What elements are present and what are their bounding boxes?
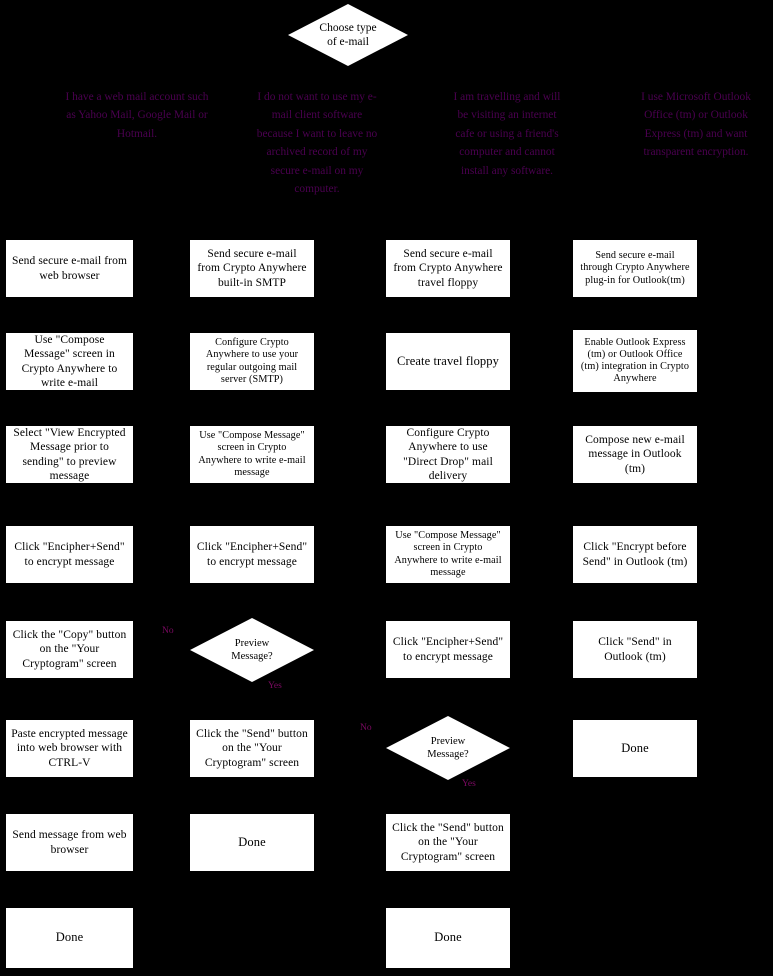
node-c3r3[interactable]: Configure Crypto Anywhere to use "Direct…	[386, 426, 510, 483]
node-c2r3-label: Use "Compose Message" screen in Crypto A…	[198, 430, 306, 478]
node-c4r2-label: Enable Outlook Express (tm) or Outlook O…	[580, 336, 690, 385]
decision-c2-preview-message[interactable]: Preview Message?	[190, 618, 314, 682]
decision-c2-line2: Message?	[231, 651, 273, 662]
decision-c3-label: Preview Message?	[398, 735, 497, 761]
node-c4r6[interactable]: Done	[573, 720, 697, 777]
node-c2r7[interactable]: Done	[190, 814, 314, 871]
node-c2r3[interactable]: Use "Compose Message" screen in Crypto A…	[190, 426, 314, 483]
node-c2r4[interactable]: Click "Encipher+Send" to encrypt message	[190, 526, 314, 583]
node-c3r8-label: Done	[434, 930, 462, 945]
decision-c3-line1: Preview	[430, 735, 466, 747]
node-c1r3-label: Select "View Encrypted Message prior to …	[13, 427, 126, 482]
node-c1r4[interactable]: Click "Encipher+Send" to encrypt message	[6, 526, 133, 583]
node-c1r1[interactable]: Send secure e-mail from web browser	[6, 240, 133, 297]
node-c1r6-label: Paste encrypted message into web browser…	[11, 728, 128, 769]
edge-label-c2-yes: Yes	[268, 681, 282, 691]
node-c1r5[interactable]: Click the "Copy" button on the "Your Cry…	[6, 621, 133, 678]
node-c3r2-label: Create travel floppy	[397, 353, 499, 368]
node-c1r2-label: Use "Compose Message" screen in Crypto A…	[21, 334, 118, 389]
node-c2r1[interactable]: Send secure e-mail from Crypto Anywhere …	[190, 240, 314, 297]
node-c1r6[interactable]: Paste encrypted message into web browser…	[6, 720, 133, 777]
decision-c3-preview-message[interactable]: Preview Message?	[386, 716, 510, 780]
node-c2r2[interactable]: Configure Crypto Anywhere to use your re…	[190, 333, 314, 390]
node-c4r5[interactable]: Click "Send" in Outlook (tm)	[573, 621, 697, 678]
node-c1r7[interactable]: Send message from web browser	[6, 814, 133, 871]
node-c3r8[interactable]: Done	[386, 908, 510, 968]
decision-c2-label: Preview Message?	[202, 637, 301, 663]
edge-label-c3-yes: Yes	[462, 779, 476, 789]
decision-label-line2: of e-mail	[327, 36, 369, 48]
rationale-no-client: I do not want to use my e-mail client so…	[256, 91, 378, 196]
node-c4r2[interactable]: Enable Outlook Express (tm) or Outlook O…	[573, 330, 697, 392]
node-c1r7-label: Send message from web browser	[12, 829, 127, 856]
node-c4r3-label: Compose new e-mail message in Outlook (t…	[585, 434, 685, 475]
node-c3r5-label: Click "Encipher+Send" to encrypt message	[392, 636, 504, 663]
rationale-travelling: I am travelling and will be visiting an …	[453, 91, 561, 177]
node-c1r8[interactable]: Done	[6, 908, 133, 968]
node-c3r2[interactable]: Create travel floppy	[386, 333, 510, 390]
node-c2r1-label: Send secure e-mail from Crypto Anywhere …	[197, 248, 307, 289]
node-c1r5-label: Click the "Copy" button on the "Your Cry…	[12, 629, 127, 670]
node-c1r2[interactable]: Use "Compose Message" screen in Crypto A…	[6, 333, 133, 390]
node-c4r4-label: Click "Encrypt before Send" in Outlook (…	[582, 541, 688, 568]
rationale-web-mail: I have a web mail account such as Yahoo …	[65, 91, 209, 140]
node-c3r5[interactable]: Click "Encipher+Send" to encrypt message	[386, 621, 510, 678]
node-c2r6[interactable]: Click the "Send" button on the "Your Cry…	[190, 720, 314, 777]
rationale-outlook: I use Microsoft Outlook Office (tm) or O…	[641, 91, 751, 159]
decision-choose-email-type[interactable]: Choose type of e-mail	[288, 4, 408, 66]
edge-label-c3-no: No	[360, 723, 372, 733]
node-c2r2-label: Configure Crypto Anywhere to use your re…	[205, 337, 299, 385]
decision-c3-line2: Message?	[427, 749, 469, 760]
edge-label-c2-no: No	[162, 626, 174, 636]
node-c2r7-label: Done	[238, 834, 266, 849]
decision-label: Choose type of e-mail	[300, 21, 396, 50]
node-c1r4-label: Click "Encipher+Send" to encrypt message	[14, 541, 125, 568]
node-c3r1[interactable]: Send secure e-mail from Crypto Anywhere …	[386, 240, 510, 297]
node-c2r4-label: Click "Encipher+Send" to encrypt message	[196, 541, 308, 568]
node-c4r1-label: Send secure e-mail through Crypto Anywhe…	[580, 250, 690, 286]
node-c1r1-label: Send secure e-mail from web browser	[11, 255, 128, 282]
node-c3r3-label: Configure Crypto Anywhere to use "Direct…	[403, 427, 493, 482]
flowchart-canvas: Choose type of e-mail I have a web mail …	[0, 0, 773, 976]
node-c3r4-label: Use "Compose Message" screen in Crypto A…	[394, 530, 502, 578]
node-c4r5-label: Click "Send" in Outlook (tm)	[598, 636, 672, 663]
node-c3r7-label: Click the "Send" button on the "Your Cry…	[392, 822, 504, 863]
node-c3r1-label: Send secure e-mail from Crypto Anywhere …	[393, 248, 503, 289]
decision-c2-line1: Preview	[234, 637, 270, 649]
node-c3r7[interactable]: Click the "Send" button on the "Your Cry…	[386, 814, 510, 871]
node-c4r3[interactable]: Compose new e-mail message in Outlook (t…	[573, 426, 697, 483]
node-c1r3[interactable]: Select "View Encrypted Message prior to …	[6, 426, 133, 483]
decision-label-line1: Choose type	[319, 21, 377, 34]
node-c4r6-label: Done	[621, 740, 649, 755]
node-c4r1[interactable]: Send secure e-mail through Crypto Anywhe…	[573, 240, 697, 297]
node-c1r8-label: Done	[55, 930, 84, 945]
node-c4r4[interactable]: Click "Encrypt before Send" in Outlook (…	[573, 526, 697, 583]
node-c3r4[interactable]: Use "Compose Message" screen in Crypto A…	[386, 526, 510, 583]
node-c2r6-label: Click the "Send" button on the "Your Cry…	[196, 728, 308, 769]
